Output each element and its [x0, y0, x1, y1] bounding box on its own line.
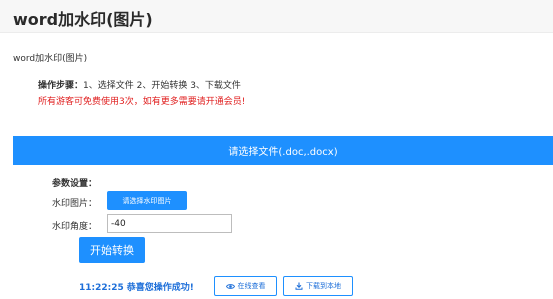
start-convert-button[interactable]: 开始转换: [79, 237, 145, 263]
success-text: 恭喜您操作成功!: [126, 283, 194, 293]
watermark-image-label: 水印图片：: [52, 199, 98, 209]
page-title: word加水印(图片): [13, 10, 153, 29]
page-subtitle: word加水印(图片): [13, 54, 88, 64]
success-time: 11:22:25: [79, 283, 124, 293]
download-icon: [295, 282, 303, 290]
file-upload-button[interactable]: 请选择文件(.doc,.docx): [13, 136, 553, 165]
watermark-angle-label: 水印角度：: [52, 222, 98, 232]
success-message: 11:22:25 恭喜您操作成功!: [79, 280, 194, 293]
select-watermark-image-button[interactable]: 请选择水印图片: [107, 191, 187, 210]
steps-text: 1、选择文件 2、开始转换 3、下载文件: [83, 81, 241, 91]
steps-instructions: 操作步骤：1、选择文件 2、开始转换 3、下载文件: [38, 78, 241, 91]
download-local-label: 下载到本地: [306, 282, 341, 290]
params-title: 参数设置：: [52, 179, 98, 189]
view-online-button[interactable]: 在线查看: [214, 276, 277, 296]
download-local-button[interactable]: 下载到本地: [283, 276, 353, 296]
steps-label: 操作步骤：: [38, 81, 84, 91]
guest-notice: 所有游客可免费使用3次，如有更多需要请开通会员!: [38, 97, 246, 107]
watermark-angle-input[interactable]: [107, 214, 232, 233]
file-upload-label: 请选择文件(.doc,.docx): [228, 147, 338, 158]
page-header: word加水印(图片): [0, 0, 553, 33]
view-online-label: 在线查看: [237, 282, 266, 290]
eye-icon: [225, 283, 235, 290]
